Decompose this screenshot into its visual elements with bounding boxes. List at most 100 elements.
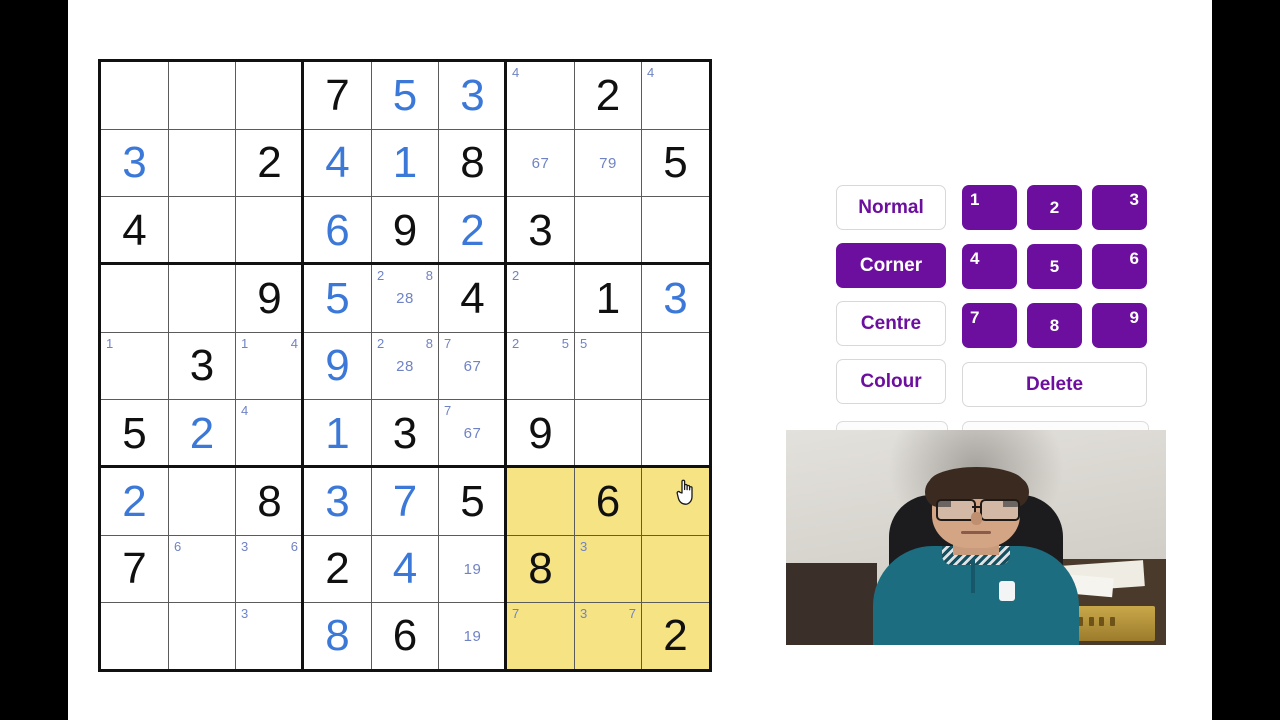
colour-label: Colour	[860, 370, 922, 392]
sudoku-cell-r5c1[interactable]: 1	[101, 333, 169, 400]
sudoku-cell-r2c5[interactable]: 1	[372, 130, 439, 197]
sudoku-cell-r4c6[interactable]: 4	[439, 265, 507, 333]
mode-button-normal[interactable]: Normal	[836, 185, 946, 230]
sudoku-cell-r1c5[interactable]: 5	[372, 62, 439, 130]
sudoku-cell-r1c8[interactable]: 2	[575, 62, 642, 130]
sudoku-cell-r8c6[interactable]: 19	[439, 536, 507, 603]
sudoku-cell-r2c2[interactable]	[169, 130, 236, 197]
sudoku-cell-r6c9[interactable]	[642, 400, 709, 468]
sudoku-cell-r8c9[interactable]	[642, 536, 709, 603]
sudoku-cell-r7c1[interactable]: 2	[101, 468, 169, 536]
sudoku-cell-r6c3[interactable]: 4	[236, 400, 304, 468]
number-button-8[interactable]: 8	[1027, 303, 1082, 348]
sudoku-cell-r5c2[interactable]: 3	[169, 333, 236, 400]
sudoku-cell-r4c8[interactable]: 1	[575, 265, 642, 333]
sudoku-cell-r7c4[interactable]: 3	[304, 468, 372, 536]
sudoku-cell-r5c9[interactable]	[642, 333, 709, 400]
sudoku-cell-r8c5[interactable]: 4	[372, 536, 439, 603]
sudoku-cell-r9c2[interactable]	[169, 603, 236, 669]
sudoku-cell-r9c1[interactable]	[101, 603, 169, 669]
sudoku-cell-r4c3[interactable]: 9	[236, 265, 304, 333]
sudoku-cell-r6c2[interactable]: 2	[169, 400, 236, 468]
sudoku-cell-r3c2[interactable]	[169, 197, 236, 265]
sudoku-cell-r9c8[interactable]: 37	[575, 603, 642, 669]
sudoku-cell-r3c5[interactable]: 9	[372, 197, 439, 265]
sudoku-cell-r8c8[interactable]: 3	[575, 536, 642, 603]
sudoku-cell-r7c5[interactable]: 7	[372, 468, 439, 536]
sudoku-cell-r1c7[interactable]: 4	[507, 62, 575, 130]
sudoku-cell-r7c9[interactable]	[642, 468, 709, 536]
sudoku-cell-r3c7[interactable]: 3	[507, 197, 575, 265]
sudoku-cell-r6c5[interactable]: 3	[372, 400, 439, 468]
sudoku-cell-r6c7[interactable]: 9	[507, 400, 575, 468]
sudoku-cell-r9c3[interactable]: 3	[236, 603, 304, 669]
sudoku-cell-r3c6[interactable]: 2	[439, 197, 507, 265]
number-button-9[interactable]: 9	[1092, 303, 1147, 348]
sudoku-cell-r4c1[interactable]	[101, 265, 169, 333]
sudoku-cell-r2c1[interactable]: 3	[101, 130, 169, 197]
sudoku-cell-r4c2[interactable]	[169, 265, 236, 333]
sudoku-cell-r2c3[interactable]: 2	[236, 130, 304, 197]
grid-box-divider-h1	[101, 262, 709, 265]
mode-button-corner[interactable]: Corner	[836, 243, 946, 288]
mode-button-centre[interactable]: Centre	[836, 301, 946, 346]
sudoku-cell-r7c7[interactable]	[507, 468, 575, 536]
sudoku-cell-r7c3[interactable]: 8	[236, 468, 304, 536]
number-button-2[interactable]: 2	[1027, 185, 1082, 230]
cell-value: 5	[663, 138, 688, 187]
sudoku-cell-r6c6[interactable]: 67 7	[439, 400, 507, 468]
sudoku-cell-r8c1[interactable]: 7	[101, 536, 169, 603]
sudoku-cell-r3c4[interactable]: 6	[304, 197, 372, 265]
sudoku-cell-r4c4[interactable]: 5	[304, 265, 372, 333]
sudoku-cell-r2c7[interactable]: 67	[507, 130, 575, 197]
sudoku-cell-r1c4[interactable]: 7	[304, 62, 372, 130]
sudoku-cell-r5c3[interactable]: 14	[236, 333, 304, 400]
sudoku-cell-r9c4[interactable]: 8	[304, 603, 372, 669]
sudoku-cell-r1c9[interactable]: 4	[642, 62, 709, 130]
sudoku-cell-r3c1[interactable]: 4	[101, 197, 169, 265]
sudoku-cell-r9c6[interactable]: 19	[439, 603, 507, 669]
cell-value: 2	[460, 205, 485, 255]
sudoku-cell-r1c1[interactable]	[101, 62, 169, 130]
sudoku-cell-r1c2[interactable]	[169, 62, 236, 130]
sudoku-cell-r6c8[interactable]	[575, 400, 642, 468]
number-button-7[interactable]: 7	[962, 303, 1017, 348]
sudoku-cell-r8c3[interactable]: 36	[236, 536, 304, 603]
sudoku-cell-r8c2[interactable]: 6	[169, 536, 236, 603]
sudoku-cell-r3c8[interactable]	[575, 197, 642, 265]
sudoku-grid[interactable]: 2 3 7 7 19 6 8 3 3 8 19 4 2 3 6 6 7 6 5 7 3 8 2 9 67 7 3 1 4 2 5 5 2 5 67 7…	[98, 59, 712, 672]
colour-button[interactable]: Colour	[836, 359, 946, 404]
sudoku-cell-r7c6[interactable]: 5	[439, 468, 507, 536]
sudoku-cell-r5c6[interactable]: 67 7	[439, 333, 507, 400]
sudoku-cell-r6c4[interactable]: 1	[304, 400, 372, 468]
sudoku-cell-r2c9[interactable]: 5	[642, 130, 709, 197]
sudoku-cell-r2c8[interactable]: 79	[575, 130, 642, 197]
sudoku-cell-r7c8[interactable]: 6	[575, 468, 642, 536]
sudoku-cell-r4c9[interactable]: 3	[642, 265, 709, 333]
sudoku-cell-r9c9[interactable]: 2	[642, 603, 709, 669]
number-button-3[interactable]: 3	[1092, 185, 1147, 230]
sudoku-cell-r4c5[interactable]: 28 2 8	[372, 265, 439, 333]
sudoku-cell-r1c6[interactable]: 3	[439, 62, 507, 130]
sudoku-cell-r5c7[interactable]: 25	[507, 333, 575, 400]
sudoku-cell-r5c4[interactable]: 9	[304, 333, 372, 400]
sudoku-cell-r4c7[interactable]: 2	[507, 265, 575, 333]
sudoku-cell-r9c5[interactable]: 6	[372, 603, 439, 669]
number-button-6[interactable]: 6	[1092, 244, 1147, 289]
sudoku-cell-r8c7[interactable]: 8	[507, 536, 575, 603]
sudoku-cell-r8c4[interactable]: 2	[304, 536, 372, 603]
sudoku-cell-r5c8[interactable]: 5	[575, 333, 642, 400]
sudoku-cell-r1c3[interactable]	[236, 62, 304, 130]
number-button-1[interactable]: 1	[962, 185, 1017, 230]
sudoku-cell-r3c9[interactable]	[642, 197, 709, 265]
sudoku-cell-r9c7[interactable]: 7	[507, 603, 575, 669]
sudoku-cell-r7c2[interactable]	[169, 468, 236, 536]
delete-button[interactable]: Delete	[962, 362, 1147, 407]
sudoku-cell-r2c4[interactable]: 4	[304, 130, 372, 197]
number-button-5[interactable]: 5	[1027, 244, 1082, 289]
number-button-4[interactable]: 4	[962, 244, 1017, 289]
sudoku-cell-r2c6[interactable]: 8	[439, 130, 507, 197]
sudoku-cell-r6c1[interactable]: 5	[101, 400, 169, 468]
sudoku-cell-r5c5[interactable]: 28 2 8	[372, 333, 439, 400]
sudoku-cell-r3c3[interactable]	[236, 197, 304, 265]
